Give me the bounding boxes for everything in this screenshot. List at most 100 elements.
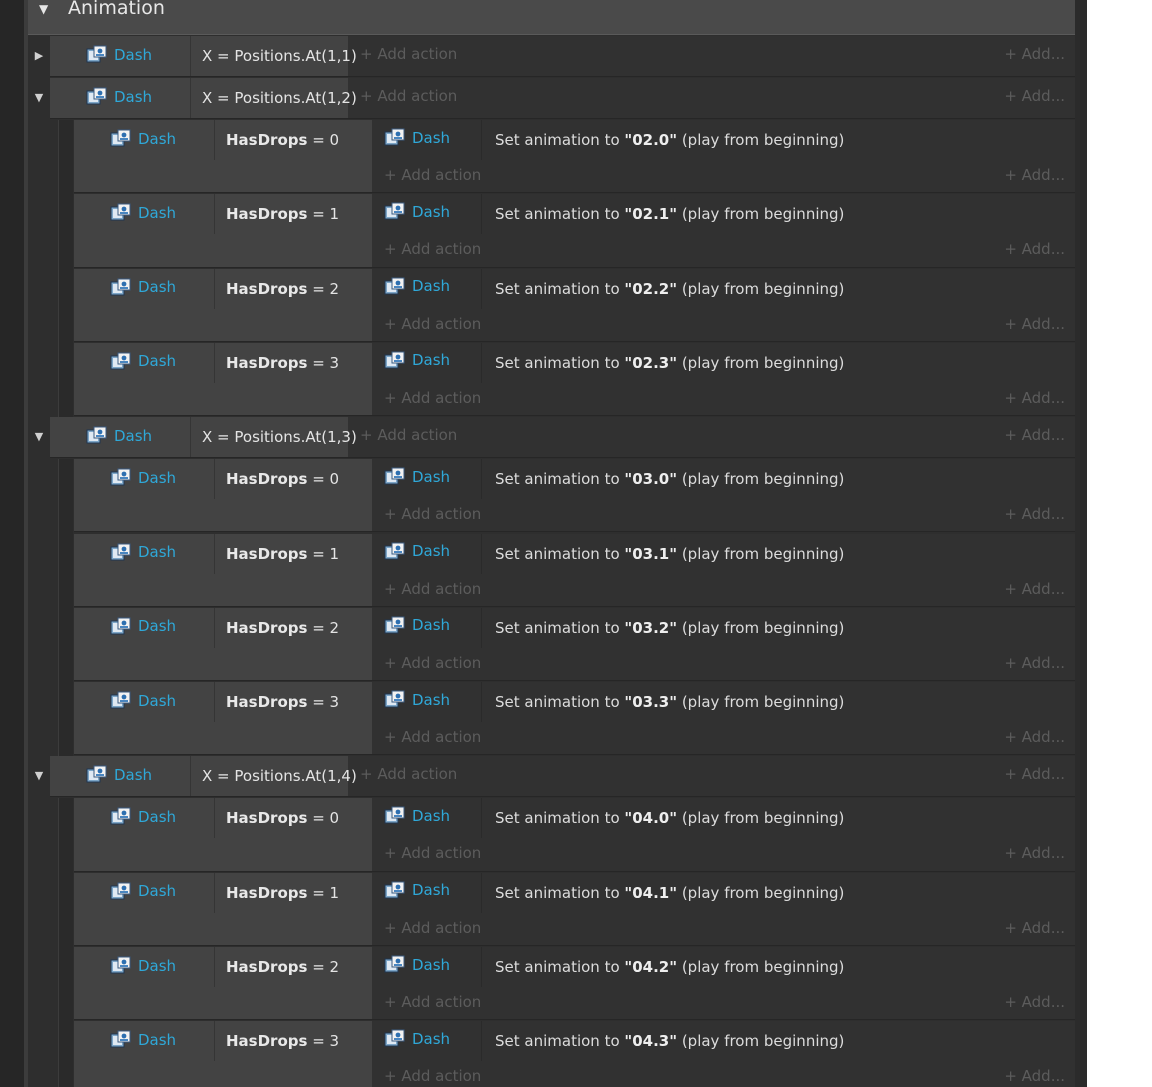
action-row[interactable]: Dash Set animation to "04.3" (play from b… (372, 1021, 1075, 1087)
condition-object[interactable]: Dash (86, 45, 152, 64)
add-action-button[interactable]: + Add action (384, 728, 481, 746)
add-more-button[interactable]: + Add... (1004, 315, 1065, 333)
sub-event-row[interactable]: Dash HasDrops = 0 Dash Set animation to "02… (74, 120, 1075, 194)
action-row[interactable]: Dash Set animation to "02.1" (play from b… (372, 194, 1075, 266)
sub-event-row[interactable]: Dash HasDrops = 3 Dash Set animation to "03… (74, 682, 1075, 756)
condition-block[interactable]: Dash HasDrops = 1 (74, 533, 372, 606)
add-action-button[interactable]: + Add action (384, 166, 481, 184)
add-action-button[interactable]: + Add action (384, 993, 481, 1011)
condition-block[interactable]: Dash X = Positions.At(1,3) (50, 417, 357, 458)
add-more-button[interactable]: + Add... (1004, 993, 1065, 1011)
condition-object[interactable]: Dash (110, 543, 176, 562)
add-more-button[interactable]: + Add... (1004, 166, 1065, 184)
sub-event-row[interactable]: Dash HasDrops = 1 Dash Set animation to "02… (74, 194, 1075, 268)
add-action-button[interactable]: + Add action (384, 844, 481, 862)
action-row[interactable]: Dash Set animation to "04.1" (play from b… (372, 872, 1075, 945)
add-action-button[interactable]: + Add action (384, 580, 481, 598)
condition-block[interactable]: Dash HasDrops = 1 (74, 872, 372, 945)
action-object[interactable]: Dash (384, 881, 450, 900)
event-row[interactable]: Dash X = Positions.At(1,4) + Add action + A… (50, 756, 1075, 798)
condition-object[interactable]: Dash (110, 691, 176, 710)
action-object[interactable]: Dash (384, 277, 450, 296)
action-object[interactable]: Dash (384, 806, 450, 825)
condition-block[interactable]: Dash HasDrops = 0 (74, 798, 372, 871)
add-action-button[interactable]: + Add action (384, 505, 481, 523)
add-action-button[interactable]: + Add action (384, 240, 481, 258)
condition-object[interactable]: Dash (86, 87, 152, 106)
sub-event-row[interactable]: Dash HasDrops = 0 Dash Set animation to "04… (74, 798, 1075, 872)
add-more-button[interactable]: + Add... (1004, 580, 1065, 598)
add-action-button[interactable]: + Add action (384, 389, 481, 407)
condition-object[interactable]: Dash (110, 278, 176, 297)
condition-block[interactable]: Dash X = Positions.At(1,1) (50, 36, 357, 76)
add-more-button[interactable]: + Add... (1004, 87, 1065, 105)
condition-block[interactable]: Dash HasDrops = 3 (74, 682, 372, 755)
event-row[interactable]: Dash X = Positions.At(1,2) + Add action + A… (50, 78, 1075, 119)
action-area[interactable]: + Add action + Add... (348, 36, 1075, 76)
sub-event-row[interactable]: Dash HasDrops = 1 Dash Set animation to "04… (74, 872, 1075, 946)
add-more-button[interactable]: + Add... (1004, 426, 1065, 444)
collapse-arrow-icon[interactable]: ▼ (32, 91, 46, 104)
action-object[interactable]: Dash (384, 467, 450, 486)
action-object[interactable]: Dash (384, 351, 450, 370)
action-row[interactable]: Dash Set animation to "03.1" (play from b… (372, 533, 1075, 606)
condition-block[interactable]: Dash HasDrops = 1 (74, 194, 372, 267)
add-action-button[interactable]: + Add action (384, 919, 481, 937)
add-more-button[interactable]: + Add... (1004, 844, 1065, 862)
sub-event-row[interactable]: Dash HasDrops = 2 Dash Set animation to "04… (74, 947, 1075, 1021)
collapse-arrow-icon[interactable]: ▼ (32, 769, 46, 782)
action-row[interactable]: Dash Set animation to "03.0" (play from b… (372, 459, 1075, 531)
add-action-button[interactable]: + Add action (360, 426, 457, 444)
sub-event-row[interactable]: Dash HasDrops = 1 Dash Set animation to "03… (74, 533, 1075, 607)
action-row[interactable]: Dash Set animation to "02.3" (play from b… (372, 342, 1075, 415)
add-more-button[interactable]: + Add... (1004, 765, 1065, 783)
action-row[interactable]: Dash Set animation to "03.3" (play from b… (372, 682, 1075, 754)
action-row[interactable]: Dash Set animation to "03.2" (play from b… (372, 607, 1075, 680)
expand-arrow-icon[interactable]: ▶ (32, 49, 46, 62)
condition-object[interactable]: Dash (110, 1030, 176, 1049)
condition-object[interactable]: Dash (110, 203, 176, 222)
add-action-button[interactable]: + Add action (360, 45, 457, 63)
add-more-button[interactable]: + Add... (1004, 45, 1065, 63)
add-more-button[interactable]: + Add... (1004, 505, 1065, 523)
condition-block[interactable]: Dash X = Positions.At(1,2) (50, 78, 357, 118)
condition-object[interactable]: Dash (110, 956, 176, 975)
condition-block[interactable]: Dash HasDrops = 0 (74, 459, 372, 532)
condition-block[interactable]: Dash X = Positions.At(1,4) (50, 756, 357, 797)
action-row[interactable]: Dash Set animation to "04.0" (play from b… (372, 798, 1075, 870)
add-more-button[interactable]: + Add... (1004, 389, 1065, 407)
sub-event-row[interactable]: Dash HasDrops = 3 Dash Set animation to "02… (74, 342, 1075, 417)
action-area[interactable]: + Add action + Add... (348, 417, 1075, 457)
condition-block[interactable]: Dash HasDrops = 3 (74, 1021, 372, 1087)
condition-object[interactable]: Dash (110, 468, 176, 487)
add-more-button[interactable]: + Add... (1004, 919, 1065, 937)
add-action-button[interactable]: + Add action (360, 87, 457, 105)
action-object[interactable]: Dash (384, 202, 450, 221)
right-scroll-area[interactable] (1075, 0, 1087, 1087)
condition-block[interactable]: Dash HasDrops = 2 (74, 268, 372, 341)
action-object[interactable]: Dash (384, 1029, 450, 1048)
action-area[interactable]: + Add action + Add... (348, 78, 1075, 118)
condition-object[interactable]: Dash (110, 352, 176, 371)
collapse-arrow-icon[interactable]: ▼ (39, 2, 48, 16)
condition-block[interactable]: Dash HasDrops = 0 (74, 120, 372, 193)
add-more-button[interactable]: + Add... (1004, 654, 1065, 672)
add-more-button[interactable]: + Add... (1004, 728, 1065, 746)
action-object[interactable]: Dash (384, 616, 450, 635)
condition-block[interactable]: Dash HasDrops = 2 (74, 607, 372, 681)
action-row[interactable]: Dash Set animation to "02.2" (play from b… (372, 268, 1075, 341)
action-row[interactable]: Dash Set animation to "02.0" (play from b… (372, 120, 1075, 192)
condition-block[interactable]: Dash HasDrops = 3 (74, 342, 372, 416)
add-action-button[interactable]: + Add action (384, 1067, 481, 1085)
condition-object[interactable]: Dash (86, 426, 152, 445)
action-area[interactable]: + Add action + Add... (348, 756, 1075, 796)
add-more-button[interactable]: + Add... (1004, 240, 1065, 258)
condition-object[interactable]: Dash (110, 882, 176, 901)
add-more-button[interactable]: + Add... (1004, 1067, 1065, 1085)
action-object[interactable]: Dash (384, 542, 450, 561)
sub-event-row[interactable]: Dash HasDrops = 2 Dash Set animation to "03… (74, 607, 1075, 682)
condition-object[interactable]: Dash (110, 617, 176, 636)
condition-object[interactable]: Dash (110, 129, 176, 148)
action-object[interactable]: Dash (384, 955, 450, 974)
add-action-button[interactable]: + Add action (384, 315, 481, 333)
